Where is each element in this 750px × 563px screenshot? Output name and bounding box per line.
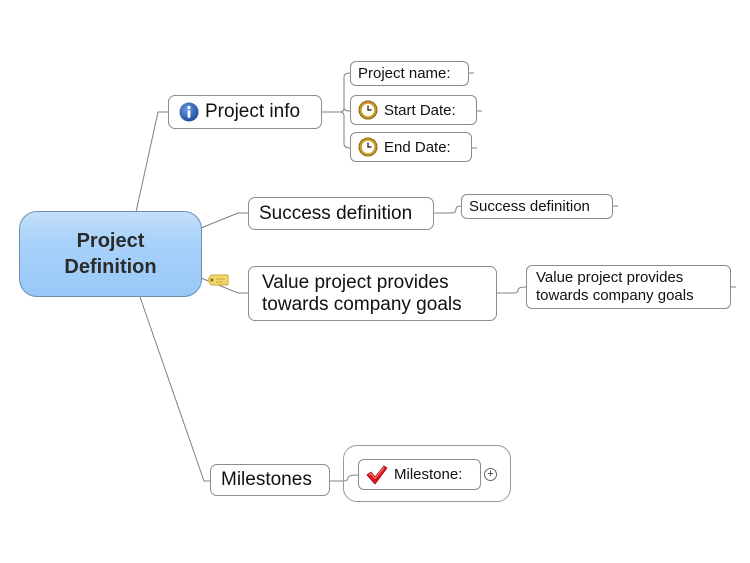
subtopic-start-date[interactable]: Start Date: [350,95,477,125]
connector-success-subtopic [434,205,462,214]
subtopic-value-project-line1: Value project provides [536,269,684,286]
topic-value-project-line1: Value project provides [262,271,449,293]
topic-value-project[interactable]: Value project provides towards company g… [248,266,497,321]
subtopic-success-definition-label: Success definition [469,198,590,215]
topic-project-info[interactable]: Project info [168,95,322,129]
connector-milestones [139,296,210,482]
central-topic[interactable]: Project Definition [19,211,202,297]
label-tag-icon [207,274,229,286]
connector-success-definition [200,212,248,229]
subtopic-value-project[interactable]: Value project provides towards company g… [526,265,731,309]
topic-milestones[interactable]: Milestones [210,464,330,496]
connector-project-info [135,111,168,213]
central-topic-line1: Project [76,230,145,252]
subtopic-start-date-label: Start Date: [384,101,456,119]
subtopic-end-date[interactable]: End Date: [350,132,472,162]
clock-icon [358,100,378,120]
checkmark-icon [366,464,388,485]
connector-value-subtopic [496,286,527,294]
topic-milestones-label: Milestones [221,469,312,490]
topic-success-definition[interactable]: Success definition [248,197,434,230]
topic-success-definition-label: Success definition [259,202,413,224]
subtopic-project-name-label: Project name: [358,65,451,82]
topic-value-project-line2: towards company goals [262,293,462,315]
clock-icon [358,137,378,157]
subtopic-end-date-label: End Date: [384,138,451,156]
subtopic-value-project-line2: towards company goals [536,287,694,304]
subtopic-milestone-label: Milestone: [394,466,463,483]
connector-project-info-subtopics [322,72,351,149]
central-topic-line2: Definition [64,256,157,278]
info-icon [179,102,199,122]
subtopic-project-name[interactable]: Project name: [350,61,469,86]
topic-project-info-label: Project info [205,101,301,122]
subtopic-success-definition[interactable]: Success definition [461,194,613,219]
expand-button[interactable]: + [484,468,497,481]
subtopic-milestone[interactable]: Milestone: [358,459,481,490]
